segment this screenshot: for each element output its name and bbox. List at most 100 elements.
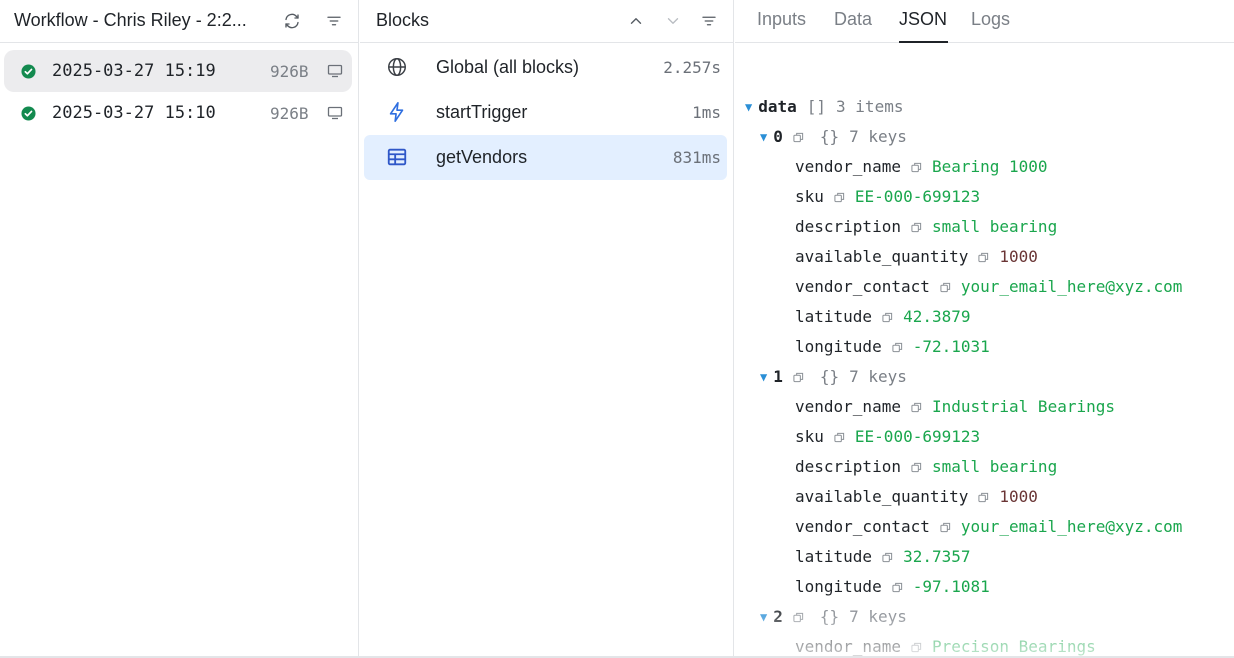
filter-icon[interactable] <box>699 11 719 31</box>
json-field-row: latitude 42.3879 <box>795 305 971 329</box>
run-timestamp: 2025-03-27 15:10 <box>52 103 216 123</box>
json-field-row: longitude -97.1081 <box>795 575 990 599</box>
run-timestamp: 2025-03-27 15:19 <box>52 61 216 81</box>
json-field-row: vendor_name Precison Bearings <box>795 635 1096 658</box>
json-value: -72.1031 <box>912 337 990 356</box>
copy-icon[interactable] <box>793 612 804 623</box>
run-size: 926B <box>270 62 309 81</box>
copy-icon[interactable] <box>892 342 903 353</box>
check-circle-icon <box>21 64 36 79</box>
copy-icon[interactable] <box>978 492 989 503</box>
json-key: latitude <box>795 547 873 566</box>
json-value: 42.3879 <box>903 307 971 326</box>
copy-icon[interactable] <box>793 372 804 383</box>
expand-triangle-icon[interactable]: ▼ <box>760 605 767 629</box>
json-value: 32.7357 <box>903 547 971 566</box>
json-value: Bearing 1000 <box>931 157 1048 176</box>
json-field-row: available_quantity 1000 <box>795 245 1038 269</box>
copy-icon[interactable] <box>911 222 922 233</box>
json-field-row: sku EE-000-699123 <box>795 185 980 209</box>
block-name: getVendors <box>436 147 528 167</box>
copy-icon[interactable] <box>882 552 893 563</box>
copy-icon[interactable] <box>911 462 922 473</box>
json-index: 1 <box>773 367 783 386</box>
block-item[interactable]: startTrigger 1ms <box>364 90 727 135</box>
refresh-icon[interactable] <box>282 11 302 31</box>
json-field-row: vendor_contact your_email_here@xyz.com <box>795 275 1182 299</box>
json-count: 7 keys <box>849 367 907 386</box>
globe-icon <box>386 56 408 78</box>
json-key: vendor_name <box>795 157 901 176</box>
expand-triangle-icon[interactable]: ▼ <box>745 95 752 119</box>
expand-triangle-icon[interactable]: ▼ <box>760 365 767 389</box>
json-object-row: ▼ 1 {} 7 keys <box>760 365 907 389</box>
copy-icon[interactable] <box>911 402 922 413</box>
json-key: vendor_contact <box>795 517 930 536</box>
copy-icon[interactable] <box>793 132 804 143</box>
json-field-row: vendor_contact your_email_here@xyz.com <box>795 515 1182 539</box>
json-key: description <box>795 217 901 236</box>
tab-json[interactable]: JSON <box>899 9 947 30</box>
json-value: -97.1081 <box>912 577 990 596</box>
run-size: 926B <box>270 104 309 123</box>
copy-icon[interactable] <box>978 252 989 263</box>
copy-icon[interactable] <box>911 642 922 653</box>
json-key: latitude <box>795 307 873 326</box>
json-object-row: ▼ 2 {} 7 keys <box>760 605 907 629</box>
copy-icon[interactable] <box>834 432 845 443</box>
json-brackets: {} <box>819 367 840 386</box>
monitor-icon <box>327 106 343 120</box>
json-key: sku <box>795 187 824 206</box>
json-value: EE-000-699123 <box>854 187 981 206</box>
detail-panel: Inputs Data JSON Logs ▼ data [] 3 items ▼ 0 {}… <box>735 0 1234 658</box>
json-brackets: {} <box>819 127 840 146</box>
copy-icon[interactable] <box>882 312 893 323</box>
json-value: EE-000-699123 <box>854 427 981 446</box>
tab-inputs[interactable]: Inputs <box>757 9 806 30</box>
json-field-row: available_quantity 1000 <box>795 485 1038 509</box>
copy-icon[interactable] <box>911 162 922 173</box>
tab-logs[interactable]: Logs <box>971 9 1010 30</box>
block-duration: 2.257s <box>663 58 721 77</box>
tab-data[interactable]: Data <box>834 9 872 30</box>
block-duration: 1ms <box>692 103 721 122</box>
json-index: 2 <box>773 607 783 626</box>
json-value: Precison Bearings <box>931 637 1096 656</box>
json-viewer: ▼ data [] 3 items ▼ 0 {} 7 keys vendor_name Beari… <box>735 44 1234 658</box>
lightning-icon <box>386 101 408 123</box>
blocks-title: Blocks <box>376 10 430 30</box>
block-name: Global (all blocks) <box>436 57 580 77</box>
copy-icon[interactable] <box>834 192 845 203</box>
json-value: small bearing <box>931 217 1058 236</box>
check-circle-icon <box>21 106 36 121</box>
blocks-panel: Blocks Global (all blocks) 2.257s startTri… <box>360 0 734 658</box>
json-key: sku <box>795 427 824 446</box>
active-tab-indicator <box>899 41 948 43</box>
run-item[interactable]: 2025-03-27 15:10 926B <box>4 92 352 134</box>
json-object-row: ▼ 0 {} 7 keys <box>760 125 907 149</box>
json-key: vendor_name <box>795 397 901 416</box>
run-item[interactable]: 2025-03-27 15:19 926B <box>4 50 352 92</box>
json-value: your_email_here@xyz.com <box>960 517 1183 536</box>
json-value: 1000 <box>999 487 1038 506</box>
json-key: description <box>795 457 901 476</box>
table-icon <box>386 146 408 168</box>
block-item[interactable]: Global (all blocks) 2.257s <box>364 45 727 90</box>
chevron-down-icon[interactable] <box>663 11 683 31</box>
copy-icon[interactable] <box>892 582 903 593</box>
json-field-row: vendor_name Industrial Bearings <box>795 395 1115 419</box>
json-field-row: description small bearing <box>795 215 1057 239</box>
json-count: 3 items <box>836 97 904 116</box>
copy-icon[interactable] <box>940 522 951 533</box>
json-value: your_email_here@xyz.com <box>960 277 1183 296</box>
chevron-up-icon[interactable] <box>626 11 646 31</box>
block-item[interactable]: getVendors 831ms <box>364 135 727 180</box>
json-key: available_quantity <box>795 487 969 506</box>
copy-icon[interactable] <box>940 282 951 293</box>
json-value: 1000 <box>999 247 1038 266</box>
detail-tabs: Inputs Data JSON Logs <box>735 0 1234 43</box>
expand-triangle-icon[interactable]: ▼ <box>760 125 767 149</box>
filter-icon[interactable] <box>324 11 344 31</box>
block-name: startTrigger <box>436 102 528 122</box>
json-key: available_quantity <box>795 247 969 266</box>
